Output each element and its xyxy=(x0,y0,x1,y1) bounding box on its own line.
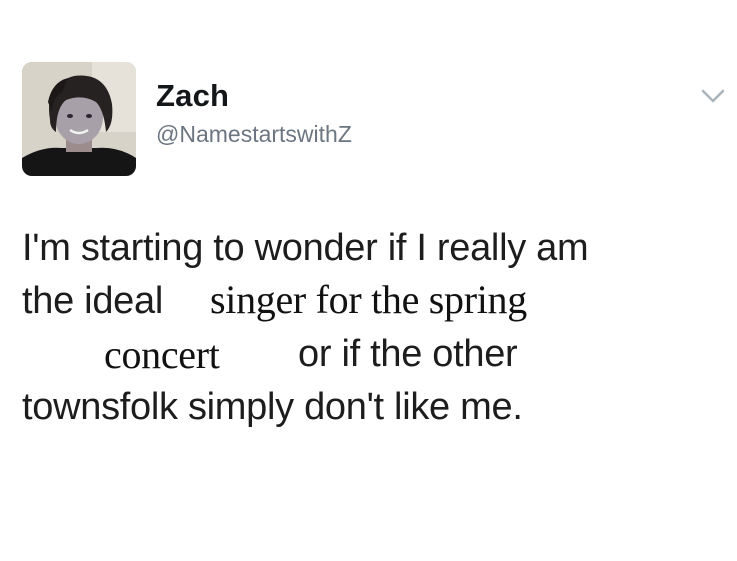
tweet-text-segment: the ideal xyxy=(22,280,163,322)
tweet-text-segment: or if the other xyxy=(298,333,518,375)
display-name[interactable]: Zach xyxy=(156,78,229,114)
chevron-down-icon[interactable] xyxy=(700,86,726,106)
edited-text-segment: singer for the spring xyxy=(210,277,527,322)
user-handle[interactable]: @NamestartswithZ xyxy=(156,121,352,148)
profile-photo-icon xyxy=(22,62,136,176)
tweet-line: the ideal singer for the spring xyxy=(22,275,527,328)
tweet-card: Zach @NamestartswithZ I'm starting to wo… xyxy=(0,0,737,561)
tweet-line: I'm starting to wonder if I really am xyxy=(22,227,589,269)
edited-text-segment: concert xyxy=(104,332,220,377)
avatar[interactable] xyxy=(22,62,136,176)
tweet-line: townsfolk simply don't like me. xyxy=(22,386,523,428)
